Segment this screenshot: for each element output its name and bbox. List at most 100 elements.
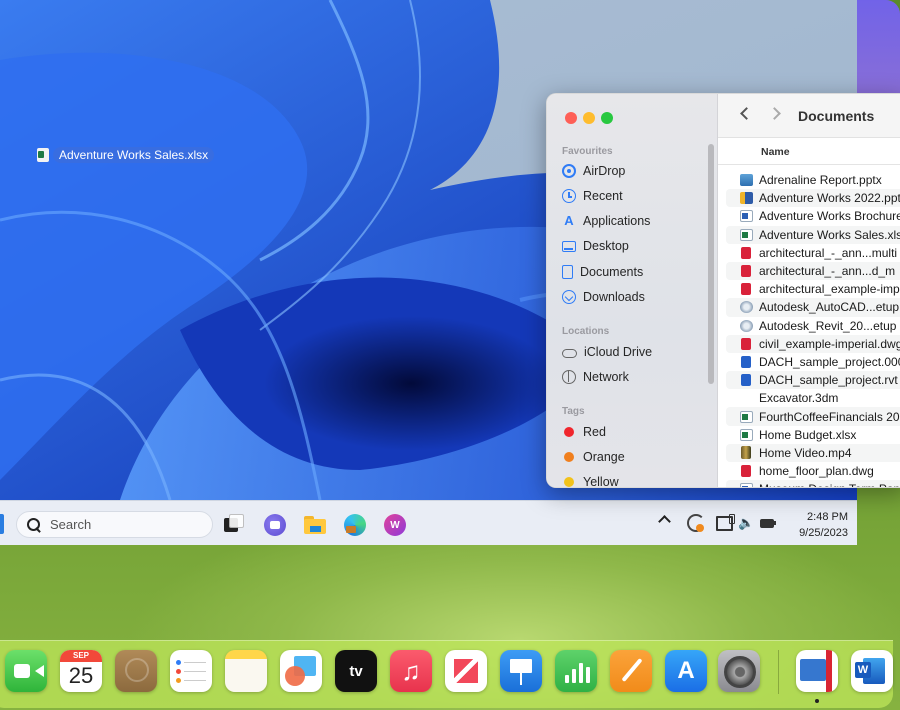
excel-file-icon [37,147,49,162]
forward-chevron-icon[interactable] [768,107,781,120]
search-placeholder: Search [50,517,92,532]
back-chevron-icon[interactable] [740,107,753,120]
file-name: Adrenaline Report.pptx [759,173,882,188]
sidebar-item-label: Applications [583,214,651,228]
maximize-window-button[interactable] [601,112,613,124]
dock-separator [778,650,779,694]
sidebar-item-label: AirDrop [583,164,626,178]
dock-news[interactable] [445,650,487,692]
dock-app-store[interactable]: A [665,650,707,692]
taskbar-search-box[interactable]: Search [16,511,213,538]
dock-pages[interactable] [610,650,652,692]
sidebar-item-recent[interactable]: Recent [562,186,623,206]
file-row[interactable]: FourthCoffeeFinancials 2023 [726,407,900,426]
file-row[interactable]: civil_example-imperial.dwg [726,334,900,353]
sidebar-tag-red[interactable]: Red [562,422,606,442]
sidebar-scrollbar[interactable] [708,144,714,384]
yellow-tag-dot-icon [564,477,574,487]
column-header-label: Name [761,146,790,158]
file-name: Adventure Works Brochure.docx [759,209,900,224]
sidebar-item-label: iCloud Drive [584,345,653,359]
desktop-file-adventure-works-sales[interactable]: Adventure Works Sales.xlsx [37,146,215,163]
file-row[interactable]: Adventure Works Sales.xlsx [726,225,900,244]
music-note-icon: ♫ [401,655,421,686]
sidebar-tag-orange[interactable]: Orange [562,447,625,467]
dock-numbers[interactable] [555,650,597,692]
taskbar-clock[interactable]: 2:48 PM 9/25/2023 [786,509,848,541]
dock-keynote[interactable] [500,650,542,692]
dock-system-settings[interactable] [718,650,760,692]
file-row[interactable]: DACH_sample_project.0001 [726,353,900,371]
powerpoint-file-icon [740,174,753,187]
desktop-file-label: Adventure Works Sales.xlsx [53,146,215,163]
dock-facetime[interactable] [5,650,47,692]
applications-icon: A [564,213,574,228]
finder-window: Favourites AirDrop Recent A Applications… [546,93,900,488]
file-row[interactable]: Adventure Works 2022.pptx [726,189,900,208]
file-name: architectural_-_ann...d_m [759,264,896,279]
dock-contacts[interactable] [115,650,157,692]
dock-music[interactable]: ♫ [390,650,432,692]
file-row[interactable]: Museum Design Term Paper [726,480,900,487]
file-row[interactable]: Adrenaline Report.pptx [726,171,900,189]
sidebar-item-label: Orange [583,450,625,464]
sidebar-item-airdrop[interactable]: AirDrop [562,161,625,181]
sidebar-item-downloads[interactable]: Downloads [562,287,645,307]
wps-office-icon[interactable]: W [384,514,406,536]
sidebar-item-network[interactable]: Network [562,367,629,387]
globe-icon [562,370,576,384]
dock-notes[interactable] [225,650,267,692]
network-icon[interactable] [716,514,735,532]
file-row[interactable]: Excavator.3dm [726,389,900,407]
close-window-button[interactable] [565,112,577,124]
file-row[interactable]: Autodesk_Revit_20...etup [726,317,900,335]
file-name: Autodesk_Revit_20...etup [759,318,897,333]
rhino-3dm-file-icon [740,392,753,404]
excel-file-icon [740,228,753,241]
sidebar-item-label: Yellow [583,475,619,488]
sidebar-item-label: Desktop [583,239,629,253]
excel-file-icon [740,428,753,441]
file-row[interactable]: Autodesk_AutoCAD...etup [726,298,900,317]
app-store-icon: A [677,657,695,684]
file-name: Autodesk_AutoCAD...etup [759,300,900,315]
cloud-icon [562,349,577,358]
file-row[interactable]: DACH_sample_project.rvt [726,371,900,390]
sidebar-item-icloud-drive[interactable]: iCloud Drive [562,342,652,362]
dock-reminders[interactable] [170,650,212,692]
volume-icon[interactable]: 🔈 [738,514,756,532]
dock-calendar[interactable]: SEP 25 [60,650,102,692]
sidebar-item-documents[interactable]: Documents [562,262,643,282]
red-tag-dot-icon [564,427,574,437]
file-list: Adrenaline Report.pptx Adventure Works 2… [726,171,900,487]
column-header-name[interactable]: Name [718,138,900,165]
file-name: Home Video.mp4 [759,445,852,460]
dock-microsoft-word[interactable]: W [851,650,893,692]
task-view-icon[interactable] [224,514,246,536]
file-row[interactable]: architectural_-_ann...d_m [726,261,900,281]
minimize-window-button[interactable] [583,112,595,124]
file-row[interactable]: Home Video.mp4 [726,443,900,462]
file-row[interactable]: Adventure Works Brochure.docx [726,207,900,225]
dock-freeform[interactable] [280,650,322,692]
sidebar-tag-yellow[interactable]: Yellow [562,472,619,488]
finder-toolbar: Documents [718,94,900,138]
battery-icon[interactable] [760,514,778,532]
sync-status-icon[interactable] [687,514,705,532]
file-row[interactable]: Home Budget.xlsx [726,426,900,444]
file-row[interactable]: architectural_-_ann...multi [726,244,900,262]
edge-browser-icon[interactable] [344,514,366,536]
windows-start-button[interactable] [0,514,4,534]
dwg-file-icon [741,283,751,296]
dock-apple-tv[interactable]: tv [335,650,377,692]
sidebar-section-tags: Tags [562,406,585,417]
dock-parallels-desktop[interactable] [796,650,838,692]
file-name: Home Budget.xlsx [759,427,857,442]
file-row[interactable]: home_floor_plan.dwg [726,462,900,480]
sidebar-item-desktop[interactable]: Desktop [562,236,629,256]
sidebar-item-applications[interactable]: A Applications [562,211,650,231]
file-explorer-icon[interactable] [304,514,326,536]
teams-chat-icon[interactable] [264,514,286,536]
file-row[interactable]: architectural_example-imperial [726,280,900,298]
running-indicator-dot [815,699,819,703]
